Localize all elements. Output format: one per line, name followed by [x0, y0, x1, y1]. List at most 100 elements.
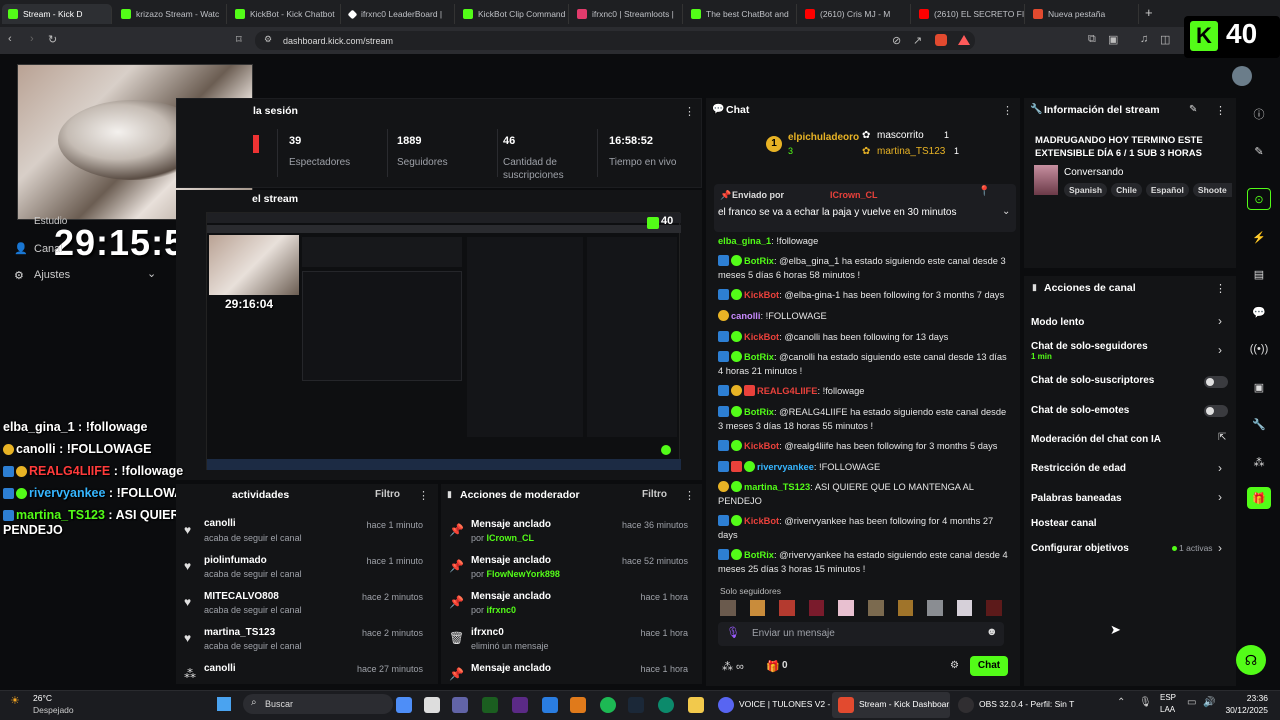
chevron-down-icon[interactable]: ⌄ [147, 267, 156, 280]
reload-icon[interactable]: ↻ [48, 33, 57, 46]
edit-icon[interactable]: ✎ [1189, 104, 1197, 115]
category-name[interactable]: Conversando [1064, 167, 1123, 178]
screenshot-icon[interactable]: ▣ [1108, 33, 1118, 46]
chat-menu-icon[interactable]: ⋮ [1002, 104, 1013, 117]
channel-actions-menu-icon[interactable]: ⋮ [1215, 282, 1226, 295]
volume-icon[interactable]: 🔊 [1203, 697, 1215, 708]
moderator-filter-button[interactable]: Filtro [642, 489, 667, 500]
emote[interactable] [927, 600, 943, 616]
document-icon[interactable]: ▤ [1247, 263, 1271, 285]
blue-app-icon[interactable] [542, 697, 558, 713]
emote[interactable] [808, 600, 825, 616]
action-age-restriction[interactable]: Restricción de edad [1031, 463, 1231, 474]
support-chat-icon[interactable]: ☊ [1236, 645, 1266, 675]
copilot-icon[interactable] [396, 697, 412, 713]
media-icon[interactable]: ♫ [1140, 33, 1148, 45]
top-user-3[interactable]: martina_TS123 [877, 146, 945, 157]
tab-leaderboard[interactable]: ifrxnc0 LeaderBoard | [343, 4, 455, 24]
folder-icon[interactable] [688, 697, 704, 713]
purple-app-icon[interactable] [512, 697, 528, 713]
brave-rewards-icon[interactable] [958, 35, 970, 45]
gift-icon[interactable]: 🎁 [766, 660, 780, 673]
new-tab-button[interactable]: + [1145, 5, 1153, 20]
chevron-down-icon[interactable]: ⌄ [1002, 206, 1010, 217]
tag[interactable]: Spanish [1064, 183, 1108, 197]
teams-icon[interactable] [452, 697, 468, 713]
sidebar-toggle-icon[interactable]: ◫ [1160, 33, 1170, 46]
brave-shield-icon[interactable] [935, 34, 947, 46]
action-host-channel[interactable]: Hostear canal [1031, 518, 1231, 529]
tray-chevron-icon[interactable]: ⌃ [1117, 697, 1125, 708]
mute-icon[interactable]: ⊘ [892, 34, 901, 47]
action-emotes-only[interactable]: Chat de solo-emotes [1031, 405, 1231, 416]
taskbar-app-discord[interactable]: VOICE | TULONES V2 - D [739, 699, 839, 709]
tab-kickbot[interactable]: KickBot - Kick Chatbot [229, 4, 341, 24]
emote[interactable] [779, 600, 795, 616]
edge-icon[interactable] [658, 697, 674, 713]
emotes-only-toggle[interactable] [1204, 405, 1228, 417]
bookmark-icon[interactable]: ⌑ [236, 33, 242, 46]
tab-youtube-2[interactable]: (2610) EL SECRETO FI [913, 4, 1025, 24]
broadcast-icon[interactable]: ((•)) [1247, 338, 1271, 360]
windows-start-icon[interactable] [217, 697, 231, 711]
external-link-icon[interactable]: ⇱ [1218, 432, 1226, 443]
taskbar-app-obs[interactable]: OBS 32.0.4 - Perfil: Sin T [979, 699, 1074, 709]
site-settings-icon[interactable]: ⚙ [264, 34, 272, 45]
tab-kickbot-clip[interactable]: KickBot Clip Command [457, 4, 569, 24]
users-icon[interactable]: ⁂ ∞ [722, 660, 744, 673]
info-icon[interactable]: ⓘ [1247, 103, 1271, 125]
subscribers-only-toggle[interactable] [1204, 376, 1228, 388]
discord-icon[interactable] [718, 697, 734, 713]
tools-icon[interactable]: 🔧 [1247, 413, 1271, 435]
emote[interactable] [838, 600, 854, 616]
record-icon[interactable]: ⊙ [1247, 188, 1271, 210]
chevron-right-icon[interactable]: › [1218, 461, 1222, 475]
pencil-icon[interactable]: ✎ [1247, 140, 1271, 162]
tab-stream-kick[interactable]: Stream - Kick D [2, 4, 112, 24]
browser-source-icon[interactable]: ▣ [1247, 376, 1271, 398]
tab-streamloots[interactable]: ifrxnc0 | Streamloots | [571, 4, 683, 24]
emote[interactable] [720, 600, 736, 616]
emote[interactable] [749, 600, 766, 616]
emoji-icon[interactable]: ☻ [986, 626, 998, 638]
action-followers-only[interactable]: Chat de solo-seguidores [1031, 341, 1231, 352]
sidebar-item-channel[interactable]: Canal [34, 243, 63, 255]
users-rail-icon[interactable]: ⁂ [1247, 451, 1271, 473]
orange-app-icon[interactable] [570, 697, 586, 713]
forward-icon[interactable]: › [30, 33, 34, 45]
sidebar-item-settings[interactable]: Ajustes [34, 269, 70, 281]
weather-icon[interactable]: ☀ [10, 694, 20, 707]
steam-icon[interactable] [628, 697, 644, 713]
activities-menu-icon[interactable]: ⋮ [418, 489, 429, 502]
extensions-icon[interactable]: ⧉ [1088, 33, 1096, 46]
obs-icon[interactable] [958, 697, 974, 713]
top-user-1[interactable]: elpichuladeoro [788, 132, 859, 143]
tag[interactable]: Español [1145, 183, 1189, 197]
chevron-right-icon[interactable]: › [1218, 541, 1222, 555]
green-app-icon[interactable] [482, 697, 498, 713]
taskbar-search[interactable]: ⌕ Buscar [243, 694, 393, 714]
moderator-menu-icon[interactable]: ⋮ [684, 489, 695, 502]
action-banned-words[interactable]: Palabras baneadas [1031, 493, 1231, 504]
chevron-right-icon[interactable]: › [1218, 490, 1222, 504]
tab-youtube-1[interactable]: (2610) Cris MJ - M [799, 4, 911, 24]
chat-icon[interactable]: 💬 [1247, 301, 1271, 323]
user-avatar[interactable] [1232, 66, 1252, 86]
calculator-icon[interactable] [424, 697, 440, 713]
chat-input[interactable]: 🎙 Enviar un mensaje ☻ [718, 622, 1004, 646]
category-thumbnail[interactable] [1034, 165, 1058, 195]
action-slow-mode[interactable]: Modo lento [1031, 317, 1231, 328]
emote[interactable] [867, 600, 884, 616]
pinned-message[interactable]: 📌 Enviado por ICrown_CL el franco se va … [714, 184, 1016, 232]
gift-rail-icon[interactable]: 🎁 [1247, 487, 1271, 509]
clock-date[interactable]: 30/12/2025 [1222, 705, 1268, 715]
share-icon[interactable]: ↗ [913, 34, 922, 47]
activities-filter-button[interactable]: Filtro [375, 489, 400, 500]
tag[interactable]: Chile [1111, 183, 1142, 197]
unpin-icon[interactable]: 📍 [978, 186, 990, 197]
tab-new[interactable]: Nueva pestaña [1027, 4, 1139, 24]
chevron-right-icon[interactable]: › [1218, 314, 1222, 328]
tab-chatbot[interactable]: The best ChatBot and [685, 4, 797, 24]
stream-info-menu-icon[interactable]: ⋮ [1215, 104, 1226, 117]
tab-krizazo[interactable]: krizazo Stream - Watc [115, 4, 227, 24]
